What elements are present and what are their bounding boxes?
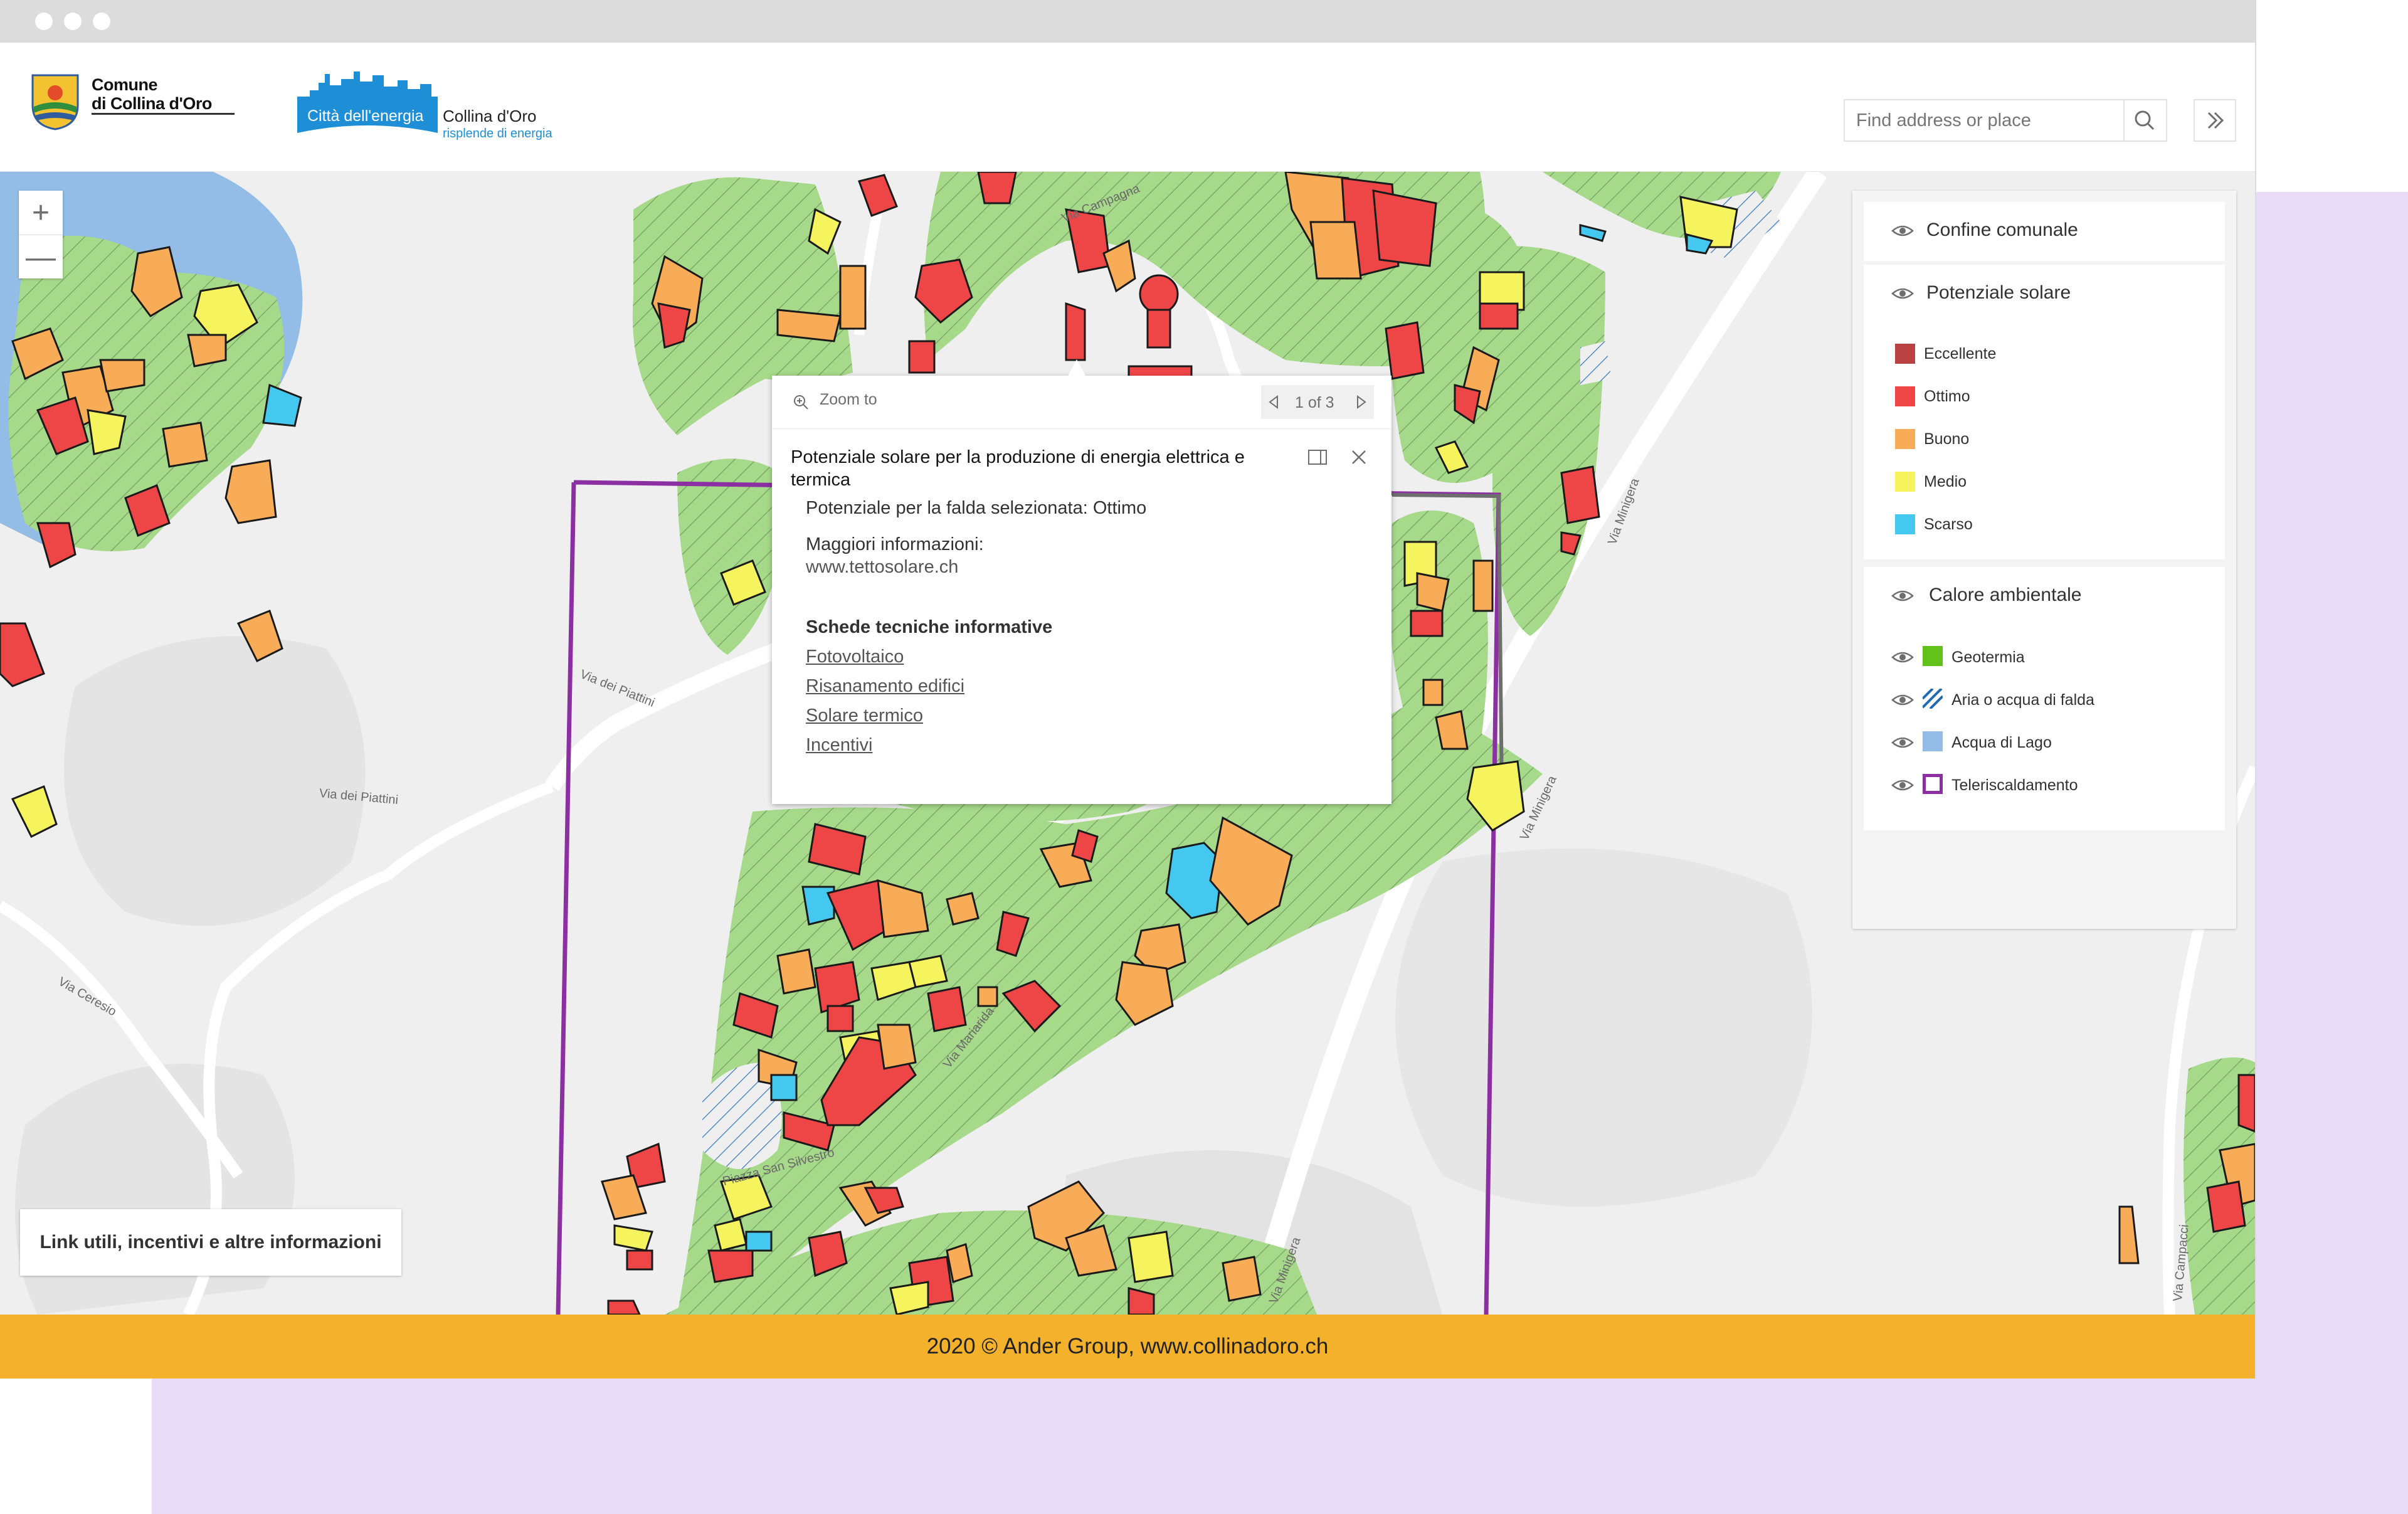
legend-label: Buono <box>1924 430 1970 448</box>
layer-calore-ambientale-header[interactable]: Calore ambientale <box>1864 567 2225 626</box>
legend-label: Acqua di Lago <box>1951 734 2052 751</box>
layer-potenziale-solare: Potenziale solare Eccellente Ottimo Buon… <box>1864 265 2225 559</box>
municipality-name-line1: Comune <box>92 75 157 94</box>
legend-swatch <box>1923 774 1943 794</box>
legend-item-geotermia[interactable]: Geotermia <box>1864 641 2225 679</box>
popup-pager: 1 of 3 <box>1261 385 1374 419</box>
layer-panel: Confine comunale Potenziale solare Eccel… <box>1852 191 2236 929</box>
zoom-to-button[interactable]: Zoom to <box>820 391 877 409</box>
expand-panel-button[interactable] <box>2194 99 2236 142</box>
layer-confine-comunale[interactable]: Confine comunale <box>1864 202 2225 261</box>
eye-icon[interactable] <box>1891 588 1914 603</box>
legend-label: Medio <box>1924 473 1967 490</box>
legend-item-ottimo: Ottimo <box>1864 381 2225 419</box>
municipality-crest-icon <box>31 74 79 130</box>
footer-text: 2020 © Ander Group, www.collinadoro.ch <box>926 1334 1329 1358</box>
eye-icon[interactable] <box>1891 692 1914 707</box>
zoom-in-button[interactable]: + <box>19 191 63 235</box>
popup-toolbar: Zoom to 1 of 3 <box>772 376 1391 429</box>
legend-label: Geotermia <box>1951 648 2025 666</box>
zoom-out-button[interactable]: — <box>19 235 63 279</box>
browser-window: Comune di Collina d'Oro Città dell'energ… <box>0 0 2256 1379</box>
layer-calore-ambientale: Calore ambientale Geotermia Aria o acqua… <box>1864 567 2225 830</box>
link-fotovoltaico[interactable]: Fotovoltaico <box>806 647 904 667</box>
energy-city-name: Collina d'Oro <box>443 107 537 125</box>
hatch-swatch-icon <box>1923 689 1943 709</box>
logo-underline <box>92 113 235 115</box>
more-info-url: www.tettosolare.ch <box>806 557 959 577</box>
double-chevron-right-icon <box>2207 112 2224 129</box>
link-incentivi[interactable]: Incentivi <box>806 735 872 756</box>
search-icon <box>2135 110 2155 130</box>
window-maximize-control[interactable] <box>93 13 110 30</box>
eye-icon[interactable] <box>1891 735 1914 750</box>
window-titlebar <box>0 0 2255 43</box>
close-icon[interactable] <box>1349 447 1369 467</box>
legend-item-teleriscaldamento[interactable]: Teleriscaldamento <box>1864 769 2225 807</box>
zoom-control: + — <box>19 191 63 278</box>
background-decoration-right <box>2255 192 2408 1514</box>
layer-label: Calore ambientale <box>1929 585 2082 605</box>
next-feature-icon[interactable] <box>1354 394 1369 410</box>
layer-label: Potenziale solare <box>1926 282 2071 303</box>
background-decoration-bottom <box>152 1379 2408 1514</box>
link-solare-termico[interactable]: Solare termico <box>806 706 923 726</box>
search-input[interactable] <box>1845 100 2126 140</box>
section-title: Schede tecniche informative <box>806 617 1053 637</box>
map-view[interactable]: Via Campagna Via Minigera Via dei Piatti… <box>0 172 2255 1315</box>
layer-potenziale-solare-header[interactable]: Potenziale solare <box>1864 265 2225 324</box>
page-footer: 2020 © Ander Group, www.collinadoro.ch <box>0 1315 2255 1379</box>
popup-title: Potenziale solare per la produzione di e… <box>791 447 1245 490</box>
eye-icon[interactable] <box>1891 778 1914 793</box>
legend-item-buono: Buono <box>1864 424 2225 462</box>
feature-popup: Zoom to 1 of 3 Potenziale solare per la … <box>772 376 1391 804</box>
legend-label: Eccellente <box>1924 345 1997 363</box>
pager-text: 1 of 3 <box>1295 394 1334 411</box>
legend-swatch <box>1923 731 1943 751</box>
legend-swatch <box>1923 646 1943 666</box>
layer-label: Confine comunale <box>1926 220 2078 240</box>
popup-pointer <box>1067 359 1086 377</box>
legend-swatch <box>1895 344 1915 364</box>
window-minimize-control[interactable] <box>64 13 82 30</box>
legend-item-eccellente: Eccellente <box>1864 339 2225 376</box>
eye-icon[interactable] <box>1891 650 1914 665</box>
legend-label: Aria o acqua di falda <box>1951 691 2094 709</box>
legend-swatch <box>1895 514 1915 534</box>
useful-links-button[interactable]: Link utili, incentivi e altre informazio… <box>20 1209 401 1276</box>
app-header: Comune di Collina d'Oro Città dell'energ… <box>0 43 2255 172</box>
legend-item-aria-acqua-falda[interactable]: Aria o acqua di falda <box>1864 684 2225 721</box>
energy-city-badge: Città dell'energia <box>307 107 424 125</box>
legend-label: Scarso <box>1924 516 1973 533</box>
eye-icon[interactable] <box>1891 286 1914 301</box>
window-close-control[interactable] <box>35 13 53 30</box>
zoom-to-label: Zoom to <box>820 391 877 408</box>
previous-feature-icon[interactable] <box>1266 394 1281 410</box>
eye-icon[interactable] <box>1891 223 1914 238</box>
legend-item-scarso: Scarso <box>1864 509 2225 547</box>
legend-item-acqua-di-lago[interactable]: Acqua di Lago <box>1864 726 2225 764</box>
search-button[interactable] <box>2125 99 2167 142</box>
legend-swatch <box>1895 472 1915 492</box>
legend-swatch <box>1895 429 1915 449</box>
municipality-name: Comune di Collina d'Oro <box>92 75 212 113</box>
zoom-to-icon <box>794 395 808 410</box>
municipality-name-line2: di Collina d'Oro <box>92 94 212 113</box>
legend-item-medio: Medio <box>1864 467 2225 504</box>
energy-city-logo-icon <box>297 71 438 133</box>
legend-label: Teleriscaldamento <box>1951 776 2078 794</box>
legend-swatch <box>1895 386 1915 406</box>
energy-city-tagline: risplende di energia <box>443 127 552 140</box>
link-risanamento-edifici[interactable]: Risanamento edifici <box>806 676 964 697</box>
more-info-label: Maggiori informazioni: <box>806 534 984 554</box>
dock-icon[interactable] <box>1307 448 1328 467</box>
legend-label: Ottimo <box>1924 388 1970 405</box>
potential-text: Potenziale per la falda selezionata: Ott… <box>806 498 1147 518</box>
search-box <box>1844 99 2126 142</box>
